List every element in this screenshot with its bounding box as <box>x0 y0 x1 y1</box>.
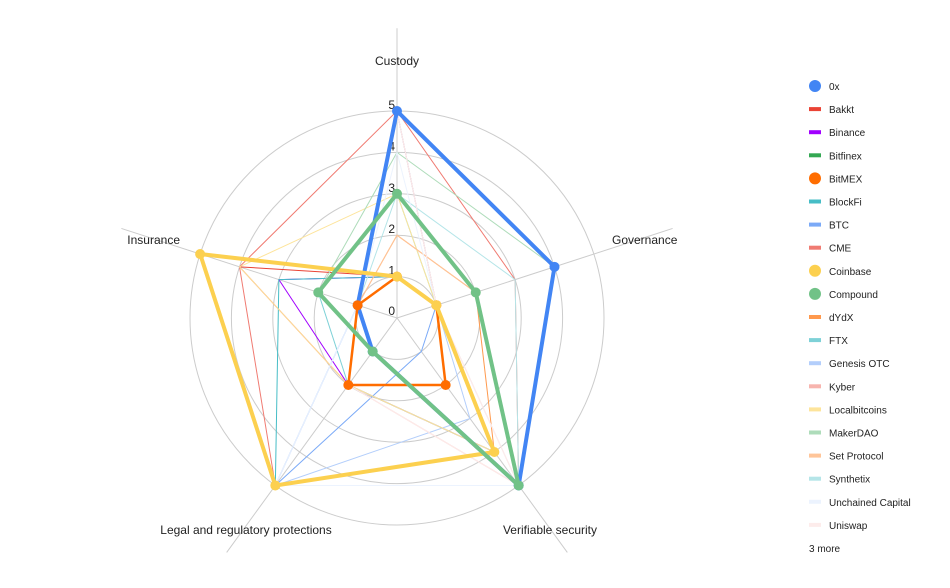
series-line <box>274 276 495 486</box>
legend-marker-icon <box>809 245 821 250</box>
legend-item[interactable]: FTX <box>809 336 848 347</box>
tick-label: 0 <box>388 304 395 318</box>
legend-label: Localbitcoins <box>829 405 887 416</box>
legend-item[interactable]: dYdX <box>809 313 854 324</box>
legend-item[interactable]: Unchained Capital <box>809 498 911 509</box>
axis-label: Insurance <box>127 233 180 247</box>
legend-marker-icon <box>809 476 821 481</box>
legend-item[interactable]: Bitfinex <box>809 151 862 162</box>
legend-label: BlockFi <box>829 198 862 209</box>
legend-marker-icon <box>809 107 821 112</box>
legend-label: Bakkt <box>829 105 854 116</box>
data-point <box>489 446 500 457</box>
legend-marker-icon <box>809 80 821 92</box>
tick-label: 2 <box>388 222 395 236</box>
legend-item[interactable]: Localbitcoins <box>809 405 887 416</box>
legend-item[interactable]: Set Protocol <box>809 452 883 463</box>
legend-item[interactable]: 0x <box>809 80 840 93</box>
legend-more-link[interactable]: 3 more <box>809 544 841 555</box>
data-point <box>352 300 363 311</box>
legend-marker-icon <box>809 338 821 343</box>
legend-item[interactable]: Bakkt <box>809 105 854 116</box>
legend-marker-icon <box>809 430 821 435</box>
legend-marker-icon <box>809 153 821 158</box>
legend-marker-icon <box>809 407 821 412</box>
legend-label: MakerDAO <box>829 429 879 440</box>
data-point <box>392 188 402 199</box>
data-point <box>313 287 324 298</box>
legend-marker-icon <box>809 453 821 458</box>
legend-marker-icon <box>809 130 821 135</box>
data-point <box>270 480 281 491</box>
data-point <box>549 261 560 272</box>
data-point <box>195 249 206 260</box>
legend-marker-icon <box>809 522 821 527</box>
legend-label: Binance <box>829 128 866 139</box>
radar-svg: Custody Governance Verifiable security Lega… <box>121 28 911 555</box>
legend-label: FTX <box>829 336 848 347</box>
legend-label: Compound <box>829 290 878 301</box>
legend-item[interactable]: MakerDAO <box>809 429 879 440</box>
legend-marker-icon <box>809 172 821 185</box>
series-btc <box>274 110 437 486</box>
legend-marker-icon <box>809 222 821 227</box>
data-point <box>470 287 481 298</box>
legend-marker-icon <box>809 499 821 504</box>
data-point <box>392 106 402 116</box>
legend-label: 0x <box>829 82 840 93</box>
series-blockfi <box>274 276 495 486</box>
series-genesis-otc <box>274 276 471 486</box>
axis-label: Governance <box>612 233 678 247</box>
series-line <box>274 110 437 486</box>
legend-marker-icon <box>809 315 821 319</box>
data-point <box>440 379 451 390</box>
legend-label: Coinbase <box>829 267 872 278</box>
legend-item[interactable]: Coinbase <box>809 264 872 278</box>
legend-label: Genesis OTC <box>829 359 890 370</box>
legend-item[interactable]: Uniswap <box>809 521 868 532</box>
legend-item[interactable]: CME <box>809 244 852 255</box>
legend-item[interactable]: Synthetix <box>809 475 870 486</box>
axis-label: Custody <box>375 54 419 68</box>
legend-label: Kyber <box>829 382 856 393</box>
legend-marker-icon <box>809 199 821 204</box>
legend-marker-icon <box>809 264 821 277</box>
legend-label: Unchained Capital <box>829 498 911 509</box>
legend-item[interactable]: Binance <box>809 128 866 139</box>
axis-label: Verifiable security <box>503 523 597 537</box>
data-point <box>431 300 442 311</box>
legend-item[interactable]: BTC <box>809 221 849 232</box>
legend-label: Bitfinex <box>829 151 862 162</box>
legend-label: dYdX <box>829 313 854 324</box>
legend-label: Uniswap <box>829 521 868 532</box>
legend-label: BTC <box>829 221 849 232</box>
legend-marker-icon <box>809 384 821 389</box>
legend-marker-icon <box>809 361 821 366</box>
data-point <box>392 271 402 282</box>
series-line <box>198 252 497 488</box>
legend-marker-icon <box>809 287 821 300</box>
series-line <box>274 276 471 486</box>
legend-item[interactable]: Kyber <box>809 382 856 393</box>
axis-label: Legal and regulatory protections <box>160 523 331 537</box>
legend-item[interactable]: BitMEX <box>809 172 863 185</box>
data-point <box>367 346 378 357</box>
legend-item[interactable]: BlockFi <box>809 198 862 209</box>
data-point <box>513 480 524 491</box>
legend-label: CME <box>829 244 852 255</box>
legend-item[interactable]: Genesis OTC <box>809 359 890 370</box>
legend-item[interactable]: Compound <box>809 287 878 301</box>
legend-label: Set Protocol <box>829 452 883 463</box>
data-point <box>343 379 354 390</box>
legend-label: Synthetix <box>829 475 870 486</box>
legend-label: BitMEX <box>829 174 863 185</box>
radar-chart: Custody Governance Verifiable security Lega… <box>0 0 950 588</box>
